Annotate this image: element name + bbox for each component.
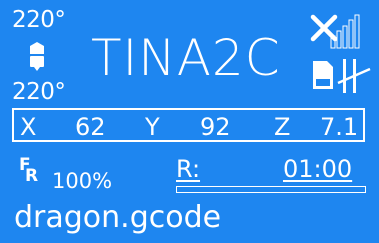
z-axis-label: Z [274,113,291,141]
z-axis-value: 7.1 [320,113,359,141]
y-axis-value: 92 [200,113,231,141]
printer-name: TINA2C [91,29,281,87]
sd-card-icon [313,61,333,89]
nozzle-temperature: 220° [12,7,66,33]
file-name: dragon.gcode [14,200,222,235]
remaining-time: 01:00 [283,155,353,183]
nozzle-icon [30,42,44,71]
y-axis-label: Y [145,113,160,141]
x-axis-value: 62 [75,113,106,141]
bed-temperature: 220° [12,79,66,105]
feedrate-percent[interactable]: 100% [52,169,112,193]
progress-bar [176,186,366,193]
feedrate-icon-r: R [25,166,39,186]
wifi-disconnected-icon[interactable] [310,14,364,50]
remaining-label: R: [176,155,201,183]
x-axis-label: X [20,113,37,141]
printer-screen: 220° 220° TINA2C X 62 Y 92 Z 7.1 F R 100… [0,0,379,243]
coordinates-box [12,108,365,142]
pause-icon[interactable] [337,57,371,95]
